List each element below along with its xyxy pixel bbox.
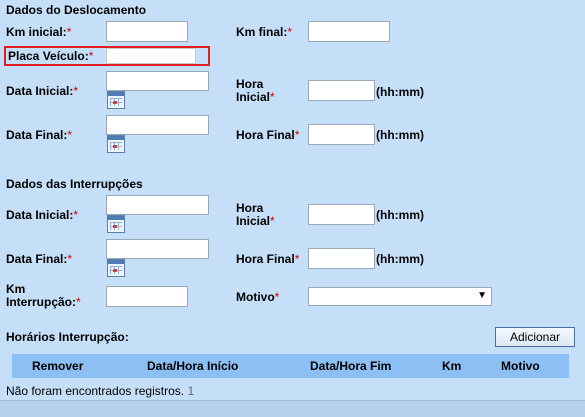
hora-inicial-label: Hora Inicial* [236,77,275,104]
hora-final-input[interactable] [308,124,375,145]
page-number[interactable]: 1 [187,384,194,398]
column-header-motivo[interactable]: Motivo [501,359,540,373]
table-header: Remover Data/Hora Início Data/Hora Fim K… [12,354,569,378]
calendar-icon[interactable] [107,215,125,233]
section-title-interrupcoes: Dados das Interrupções [6,177,143,191]
km-interrupcao-label: Km Interrupção:* [6,282,81,309]
km-interrupcao-input[interactable] [106,286,188,307]
interrupcao-data-final-label: Data Final:* [6,252,73,266]
column-header-data-hora-fim[interactable]: Data/Hora Fim [310,359,391,373]
data-inicial-label: Data Inicial:* [6,84,79,98]
bottom-border [0,400,585,417]
section-title-deslocamento: Dados do Deslocamento [6,3,147,17]
page: { "sections": { "deslocamento_title": "D… [0,0,585,417]
interrupcao-data-inicial-label: Data Inicial:* [6,208,79,222]
dropdown-arrow-icon: ▼ [477,290,487,301]
horarios-interrupcao-title: Horários Interrupção: [6,330,129,344]
motivo-label: Motivo* [236,290,280,304]
interrupcao-hora-final-input[interactable] [308,248,375,269]
km-final-input[interactable] [308,21,390,42]
km-final-label: Km final:* [236,25,293,39]
hora-inicial-format: (hh:mm) [376,85,424,99]
data-final-label: Data Final:* [6,128,73,142]
hora-inicial-input[interactable] [308,80,375,101]
interrupcao-hora-inicial-label: Hora Inicial* [236,201,275,228]
interrupcao-hora-inicial-input[interactable] [308,204,375,225]
motivo-select[interactable]: ▼ [308,287,492,306]
hora-final-label: Hora Final* [236,128,300,142]
column-header-km[interactable]: Km [442,359,461,373]
adicionar-button[interactable]: Adicionar [495,327,575,347]
interrupcao-data-final-input[interactable] [106,239,209,259]
data-inicial-input[interactable] [106,71,209,91]
km-inicial-input[interactable] [106,21,188,42]
interrupcao-data-inicial-input[interactable] [106,195,209,215]
interrupcao-hora-inicial-format: (hh:mm) [376,208,424,222]
interrupcao-hora-final-format: (hh:mm) [376,252,424,266]
km-inicial-label: Km inicial:* [6,25,72,39]
calendar-icon[interactable] [107,135,125,153]
column-header-data-hora-inicio[interactable]: Data/Hora Início [147,359,238,373]
hora-final-format: (hh:mm) [376,128,424,142]
column-header-remover[interactable]: Remover [32,359,83,373]
data-final-input[interactable] [106,115,209,135]
placa-veiculo-highlight [4,46,210,66]
calendar-icon[interactable] [107,91,125,109]
calendar-icon[interactable] [107,259,125,277]
interrupcao-hora-final-label: Hora Final* [236,252,300,266]
empty-table-message: Não foram encontrados registros. 1 [6,384,195,398]
